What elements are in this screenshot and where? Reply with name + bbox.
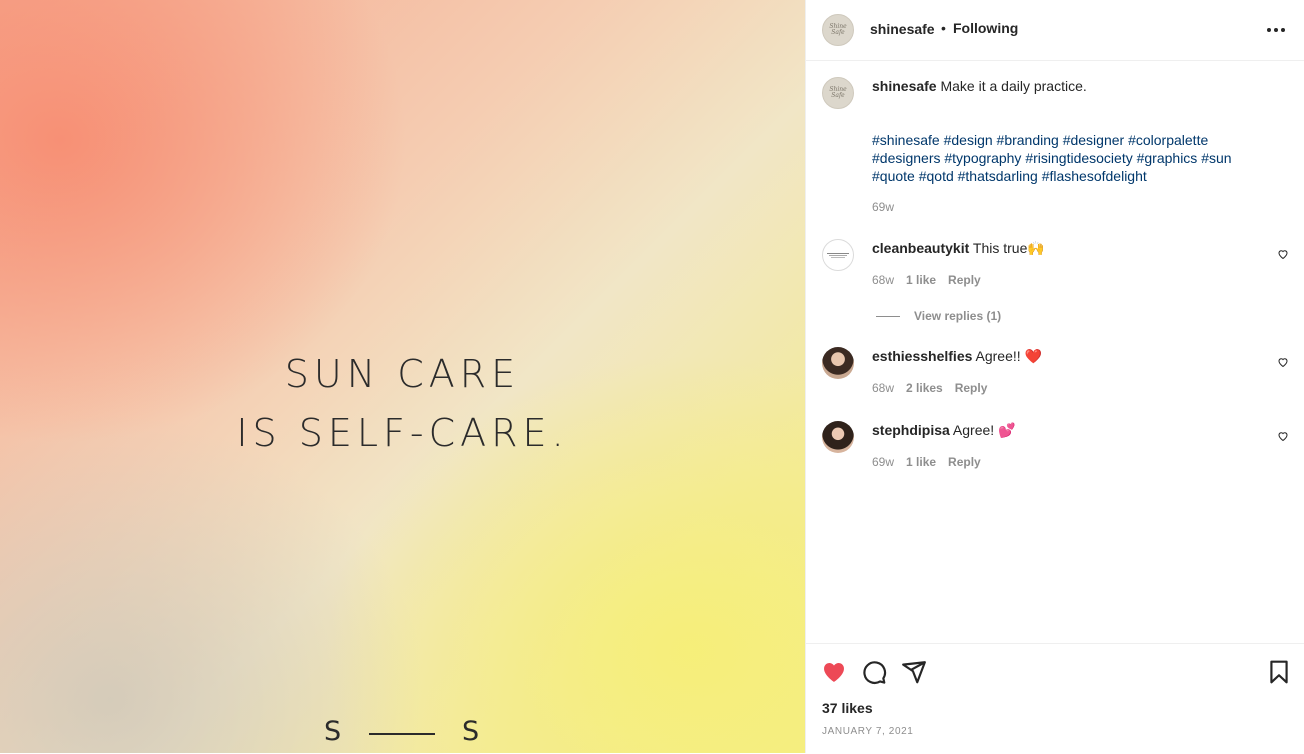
caption-avatar-logo-text: Shine Safe (829, 86, 847, 99)
comments-list[interactable]: Shine Safe shinesafe Make it a daily pra… (806, 61, 1304, 643)
comment-text: Agree! 💕 (952, 422, 1016, 438)
comment-reply-button[interactable]: Reply (948, 273, 981, 287)
comment-likes[interactable]: 1 like (906, 455, 936, 469)
brand-mark-right: S (462, 716, 482, 747)
header-avatar[interactable]: Shine Safe (822, 14, 854, 46)
comment-body: stephdipisa Agree! 💕 (872, 421, 1272, 439)
more-options-icon[interactable] (1267, 22, 1285, 38)
caption-text: Make it a daily practice. (940, 78, 1087, 94)
post-actions: 37 likes JANUARY 7, 2021 (806, 643, 1304, 754)
comment-username[interactable]: cleanbeautykit (872, 240, 969, 256)
avatar-logo-text: Shine Safe (829, 23, 847, 36)
comment-likes[interactable]: 2 likes (906, 381, 943, 395)
comment-age[interactable]: 69w (872, 455, 894, 469)
cleanbeautykit-logo-icon (827, 253, 849, 258)
like-heart-icon[interactable] (821, 659, 847, 685)
comment-age[interactable]: 68w (872, 381, 894, 395)
comment-text: Agree!! ❤️ (975, 348, 1042, 364)
share-icon[interactable] (901, 659, 927, 685)
post-image[interactable]: SUN CARE IS SELF-CARE. S S (0, 0, 805, 753)
caption-meta: 69w (872, 200, 894, 214)
comment-meta: 69w 1 like Reply (872, 455, 981, 469)
comment-body: cleanbeautykit This true🙌 (872, 239, 1272, 257)
comment-text: This true🙌 (972, 240, 1045, 256)
comment-username[interactable]: esthiesshelfies (872, 348, 972, 364)
post-header: Shine Safe shinesafe • Following (806, 0, 1304, 61)
header-username[interactable]: shinesafe (870, 21, 935, 37)
replies-divider (876, 315, 900, 317)
comment-like-heart-icon[interactable] (1277, 356, 1289, 368)
post-side-panel: Shine Safe shinesafe • Following Shine S… (805, 0, 1304, 753)
comment-meta: 68w 2 likes Reply (872, 381, 987, 395)
save-bookmark-icon[interactable] (1266, 659, 1292, 685)
header-separator: • (941, 20, 946, 36)
comment-body: esthiesshelfies Agree!! ❤️ (872, 347, 1272, 365)
caption-avatar[interactable]: Shine Safe (822, 77, 854, 109)
quote-line-2: IS SELF-CARE. (236, 411, 569, 455)
comment-icon[interactable] (861, 659, 887, 685)
comment-username[interactable]: stephdipisa (872, 422, 950, 438)
brand-mark-left: S (324, 716, 344, 747)
caption-hashtags[interactable]: #shinesafe #design #branding #designer #… (872, 131, 1272, 185)
comment-avatar[interactable] (822, 421, 854, 453)
comment-reply-button[interactable]: Reply (948, 455, 981, 469)
caption-age[interactable]: 69w (872, 200, 894, 214)
comment-meta: 68w 1 like Reply (872, 273, 981, 287)
comment-avatar[interactable] (822, 239, 854, 271)
view-replies-button[interactable]: View replies (1) (876, 309, 1001, 323)
comment-avatar[interactable] (822, 347, 854, 379)
comment-like-heart-icon[interactable] (1277, 248, 1289, 260)
post-date[interactable]: JANUARY 7, 2021 (822, 726, 913, 737)
quote-line-1: SUN CARE (284, 352, 521, 396)
following-button[interactable]: Following (953, 20, 1018, 36)
caption: shinesafe Make it a daily practice. (872, 77, 1272, 95)
brand-mark-rule (369, 733, 435, 735)
view-replies-label: View replies (1) (914, 309, 1002, 323)
comment-reply-button[interactable]: Reply (955, 381, 988, 395)
likes-count[interactable]: 37 likes (822, 700, 873, 716)
caption-username[interactable]: shinesafe (872, 78, 937, 94)
comment-likes[interactable]: 1 like (906, 273, 936, 287)
comment-age[interactable]: 68w (872, 273, 894, 287)
comment-like-heart-icon[interactable] (1277, 430, 1289, 442)
